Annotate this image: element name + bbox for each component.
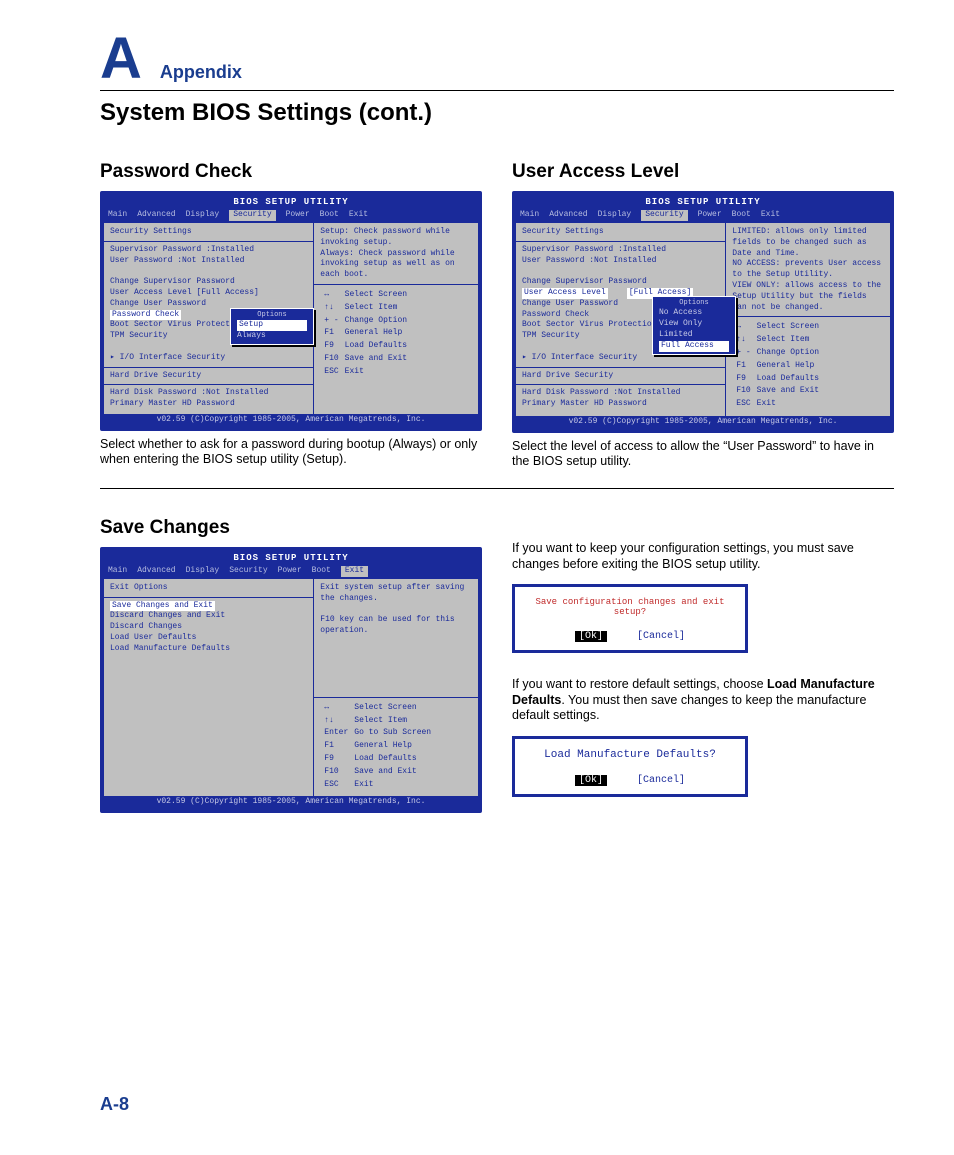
bios-title: BIOS SETUP UTILITY xyxy=(104,551,478,565)
options-popup: Options Setup Always xyxy=(230,308,314,345)
desc-save-1: If you want to keep your configuration s… xyxy=(512,541,894,572)
item: User Access Level [Full Access] xyxy=(110,288,307,299)
help-text: LIMITED: allows only limited fields to b… xyxy=(732,227,884,313)
menu-display: Display xyxy=(186,210,220,221)
group-title: Hard Drive Security xyxy=(522,371,719,382)
popup-option: Setup xyxy=(237,320,307,331)
popup-title: Options xyxy=(659,299,729,308)
menu-exit: Exit xyxy=(761,210,780,221)
key-legend: ↔Select Screen ↑↓Select Item + -Change O… xyxy=(320,288,411,380)
menu-main: Main xyxy=(108,210,127,221)
menu-boot: Boot xyxy=(732,210,751,221)
bios-footer: v02.59 (C)Copyright 1985-2005, American … xyxy=(104,414,478,427)
appendix-label: Appendix xyxy=(160,62,242,83)
row: Supervisor Password :Installed xyxy=(522,245,719,256)
cancel-button[interactable]: [Cancel] xyxy=(637,631,685,642)
help-text: Exit system setup after saving the chang… xyxy=(320,583,472,637)
menu-advanced: Advanced xyxy=(549,210,587,221)
popup-option: Always xyxy=(237,331,307,342)
bios-title: BIOS SETUP UTILITY xyxy=(104,195,478,209)
bios-screenshot-user-access: BIOS SETUP UTILITY Main Advanced Display… xyxy=(512,191,894,433)
group-title: Hard Drive Security xyxy=(110,371,307,382)
bios-menu: Main Advanced Display Security Power Boo… xyxy=(104,209,478,223)
ok-button[interactable]: [Ok] xyxy=(575,631,607,642)
heading-user-access: User Access Level xyxy=(512,161,894,183)
selected-item: User Access Level xyxy=(522,288,608,299)
menu-boot: Boot xyxy=(312,566,331,577)
key-legend: ↔Select Screen ↑↓Select Item + -Change O… xyxy=(732,320,823,412)
selected-item: Password Check xyxy=(110,310,181,321)
row: Hard Disk Password :Not Installed xyxy=(110,388,307,399)
panel-title: Security Settings xyxy=(110,227,307,238)
options-popup: Options No Access View Only Limited Full… xyxy=(652,296,736,355)
appendix-header: A Appendix xyxy=(100,30,894,91)
heading-save-changes: Save Changes xyxy=(100,517,482,539)
popup-option: View Only xyxy=(659,319,729,330)
bios-menu: Main Advanced Display Security Power Boo… xyxy=(516,209,890,223)
panel-title: Security Settings xyxy=(522,227,719,238)
row: Supervisor Password :Installed xyxy=(110,245,307,256)
menu-exit: Exit xyxy=(349,210,368,221)
menu-boot: Boot xyxy=(320,210,339,221)
cancel-button[interactable]: [Cancel] xyxy=(637,775,685,786)
popup-option: Full Access xyxy=(659,341,729,352)
heading-password-check: Password Check xyxy=(100,161,482,183)
menu-power: Power xyxy=(698,210,722,221)
menu-main: Main xyxy=(520,210,539,221)
dialog-question: Save configuration changes and exit setu… xyxy=(525,597,735,617)
item: Change Supervisor Password xyxy=(522,277,719,288)
menu-security: Security xyxy=(641,210,687,221)
ok-button[interactable]: [Ok] xyxy=(575,775,607,786)
row: User Password :Not Installed xyxy=(110,256,307,267)
menu-display: Display xyxy=(186,566,220,577)
menu-power: Power xyxy=(286,210,310,221)
menu-security: Security xyxy=(229,210,275,221)
divider xyxy=(100,488,894,489)
item: Discard Changes xyxy=(110,622,307,633)
caption-password-check: Select whether to ask for a password dur… xyxy=(100,437,482,468)
menu-advanced: Advanced xyxy=(137,566,175,577)
bios-menu: Main Advanced Display Security Power Boo… xyxy=(104,565,478,579)
item: Discard Changes and Exit xyxy=(110,611,307,622)
dialog-load-defaults: Load Manufacture Defaults? [Ok] [Cancel] xyxy=(512,736,748,797)
dialog-save-confirm: Save configuration changes and exit setu… xyxy=(512,584,748,653)
bios-footer: v02.59 (C)Copyright 1985-2005, American … xyxy=(516,416,890,429)
popup-title: Options xyxy=(237,311,307,320)
menu-exit: Exit xyxy=(341,566,368,577)
item: Change Supervisor Password xyxy=(110,277,307,288)
menu-main: Main xyxy=(108,566,127,577)
popup-option: Limited xyxy=(659,330,729,341)
bios-footer: v02.59 (C)Copyright 1985-2005, American … xyxy=(104,796,478,809)
row: Primary Master HD Password xyxy=(522,399,719,410)
row: Primary Master HD Password xyxy=(110,399,307,410)
caption-user-access: Select the level of access to allow the … xyxy=(512,439,894,470)
appendix-letter: A xyxy=(100,30,142,88)
bios-screenshot-save-changes: BIOS SETUP UTILITY Main Advanced Display… xyxy=(100,547,482,813)
item-selected: Save Changes and Exit xyxy=(110,601,215,612)
menu-display: Display xyxy=(598,210,632,221)
panel-title: Exit Options xyxy=(110,583,307,594)
dialog-question: Load Manufacture Defaults? xyxy=(525,749,735,761)
submenu: ▸ I/O Interface Security xyxy=(110,353,307,364)
row: Hard Disk Password :Not Installed xyxy=(522,388,719,399)
menu-power: Power xyxy=(278,566,302,577)
key-legend: ↔Select Screen ↑↓Select Item EnterGo to … xyxy=(320,701,435,793)
menu-advanced: Advanced xyxy=(137,210,175,221)
desc-save-2: If you want to restore default settings,… xyxy=(512,677,894,724)
bios-title: BIOS SETUP UTILITY xyxy=(516,195,890,209)
page-title: System BIOS Settings (cont.) xyxy=(100,99,894,127)
popup-option: No Access xyxy=(659,308,729,319)
bios-screenshot-password-check: BIOS SETUP UTILITY Main Advanced Display… xyxy=(100,191,482,431)
item: Load Manufacture Defaults xyxy=(110,644,307,655)
help-text: Setup: Check password while invoking set… xyxy=(320,227,472,281)
menu-security: Security xyxy=(229,566,267,577)
page-number: A-8 xyxy=(100,1094,129,1115)
item: Load User Defaults xyxy=(110,633,307,644)
row: User Password :Not Installed xyxy=(522,256,719,267)
